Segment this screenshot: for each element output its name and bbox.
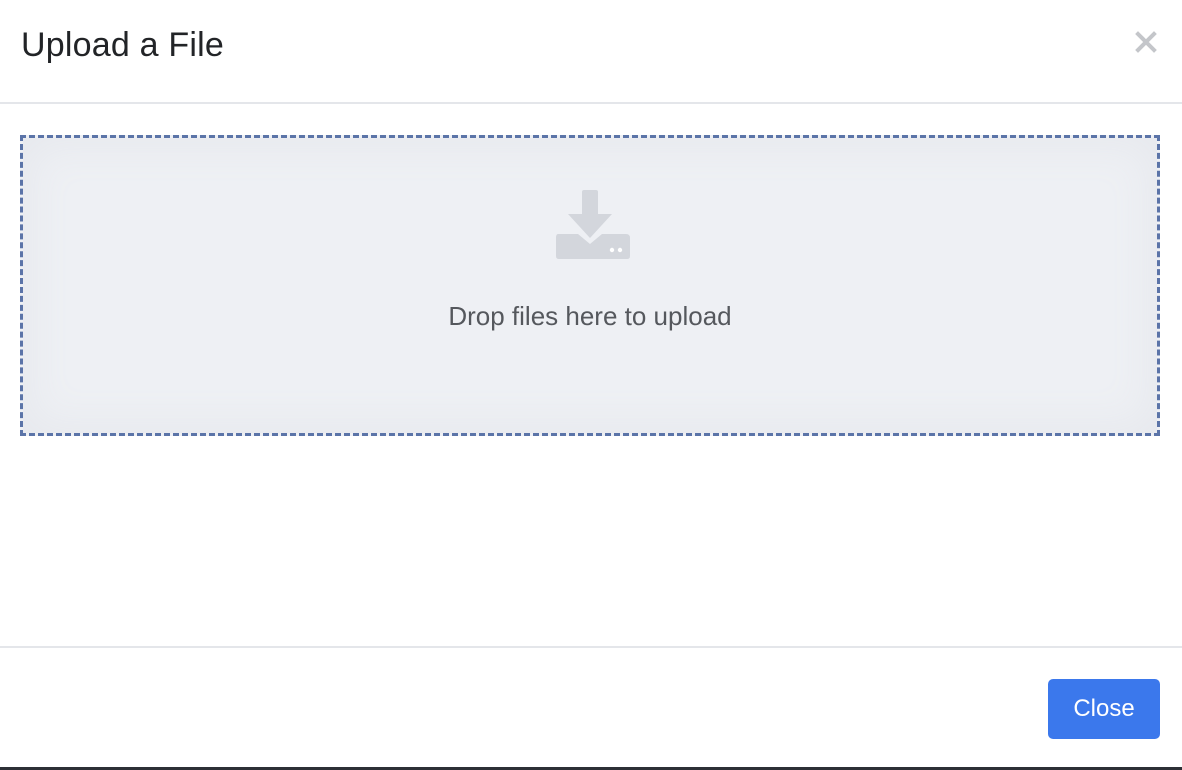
modal-header: Upload a File: [0, 0, 1182, 104]
upload-modal: Upload a File Drop files here to upload: [0, 0, 1182, 770]
file-dropzone[interactable]: Drop files here to upload: [20, 135, 1160, 436]
download-tray-icon: [552, 188, 632, 264]
close-button[interactable]: Close: [1048, 679, 1160, 739]
modal-footer: Close: [0, 646, 1182, 768]
close-x-icon[interactable]: [1134, 30, 1158, 54]
dropzone-message: Drop files here to upload: [448, 301, 732, 331]
modal-title: Upload a File: [21, 26, 224, 64]
